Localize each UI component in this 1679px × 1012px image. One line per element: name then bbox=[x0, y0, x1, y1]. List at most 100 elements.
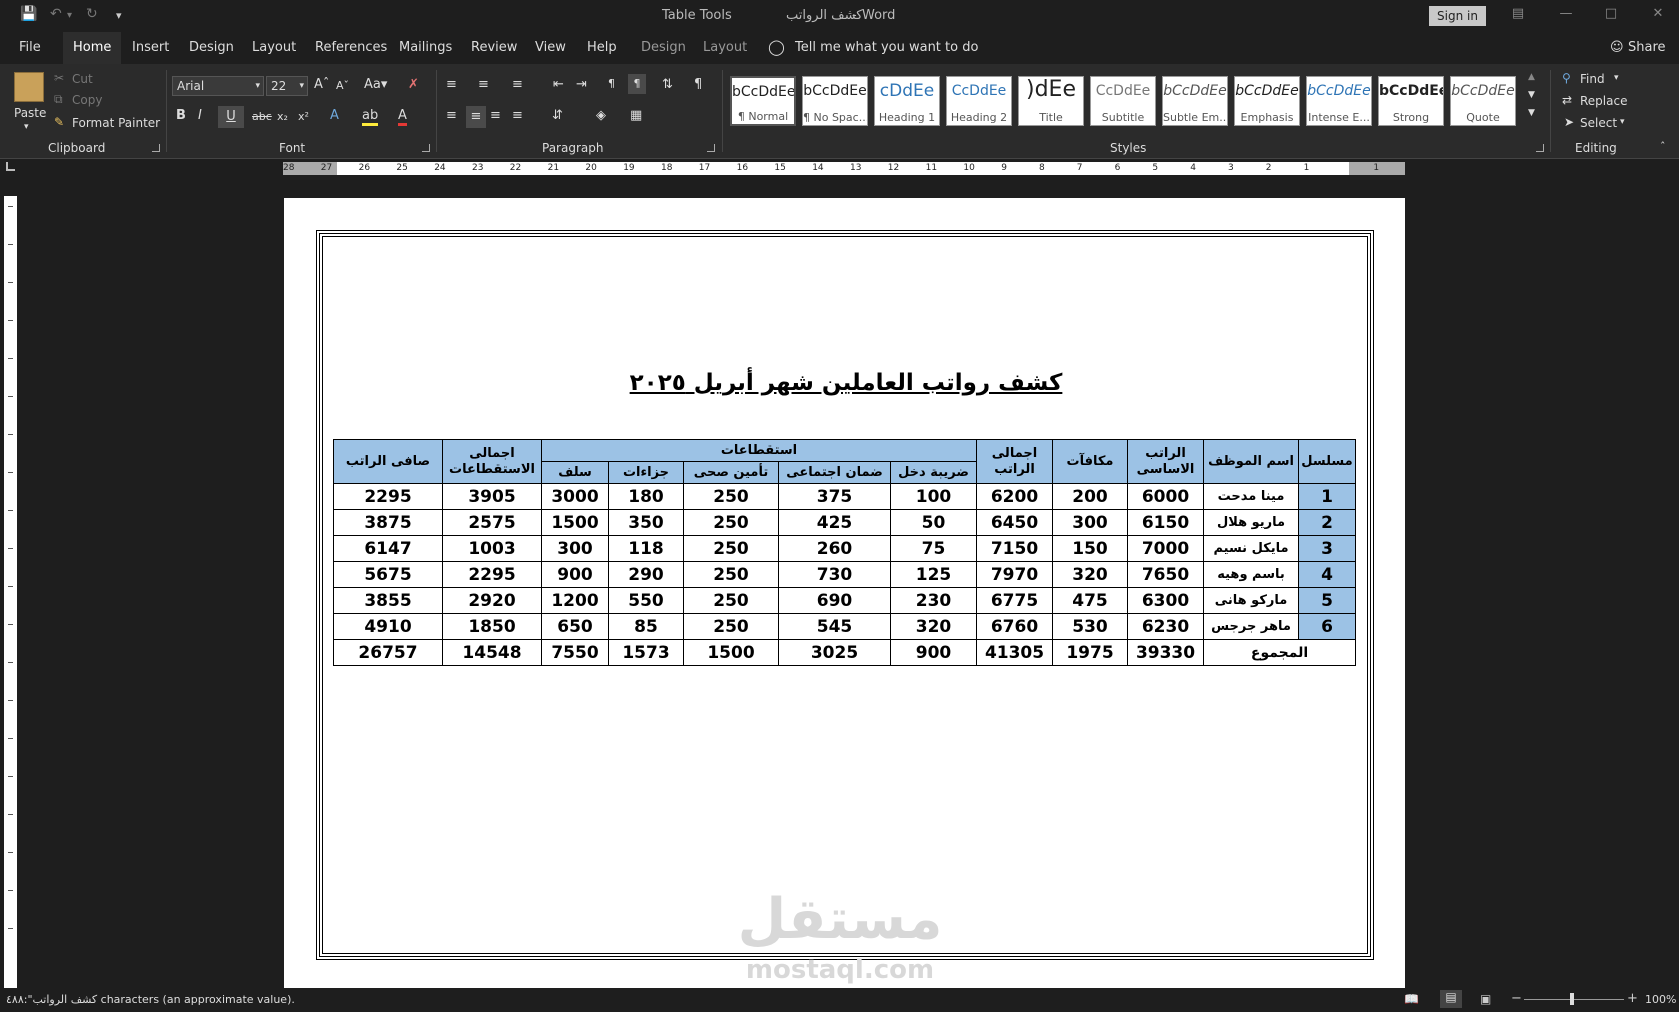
table-cell[interactable]: 900 bbox=[540, 561, 610, 588]
table-cell[interactable]: 260 bbox=[778, 535, 892, 562]
header-penalties[interactable]: جزاءات bbox=[608, 461, 685, 484]
style-quote[interactable]: bCcDdEe Quote bbox=[1450, 76, 1516, 126]
table-cell[interactable]: 320 bbox=[890, 613, 978, 640]
table-cell[interactable]: 3 bbox=[1298, 535, 1357, 562]
select-dropdown-icon[interactable]: ▾ bbox=[1620, 117, 1625, 127]
font-color-icon[interactable]: A bbox=[398, 108, 407, 126]
table-cell[interactable]: ماريو هلال bbox=[1203, 509, 1300, 536]
table-cell[interactable]: 4910 bbox=[333, 613, 443, 640]
undo-dropdown-icon[interactable]: ▾ bbox=[67, 10, 72, 21]
table-cell[interactable]: 1975 bbox=[1052, 639, 1129, 666]
find-button[interactable]: Find bbox=[1580, 72, 1605, 86]
table-cell[interactable]: 350 bbox=[608, 509, 685, 536]
header-serial[interactable]: مسلسل bbox=[1298, 439, 1357, 484]
styles-launcher-icon[interactable] bbox=[1536, 144, 1544, 152]
style-subtitle[interactable]: CcDdEe Subtitle bbox=[1090, 76, 1156, 126]
table-cell[interactable]: 3855 bbox=[333, 587, 443, 614]
header-basic-salary[interactable]: الراتب الاساسى bbox=[1127, 439, 1205, 484]
tab-design[interactable]: Design bbox=[189, 40, 234, 55]
style-emphasis[interactable]: bCcDdEe Emphasis bbox=[1234, 76, 1300, 126]
align-right-icon[interactable]: ≡ bbox=[490, 108, 501, 123]
header-total-deductions[interactable]: اجمالى الاستقطاعات bbox=[442, 439, 542, 484]
table-cell[interactable]: باسم وهيه bbox=[1203, 561, 1300, 588]
table-cell[interactable]: 6775 bbox=[976, 587, 1054, 614]
table-cell[interactable]: 6300 bbox=[1127, 587, 1205, 614]
table-cell[interactable]: 6147 bbox=[333, 535, 443, 562]
document-title[interactable]: كشف رواتب العاملين شهر أبريل ٢٠٢٥ bbox=[616, 370, 1076, 396]
font-launcher-icon[interactable] bbox=[422, 144, 430, 152]
table-cell[interactable]: 6760 bbox=[976, 613, 1054, 640]
change-case-icon[interactable]: Aa▾ bbox=[364, 77, 387, 92]
table-cell[interactable]: 690 bbox=[778, 587, 892, 614]
header-employee-name[interactable]: اسم الموظف bbox=[1203, 439, 1300, 484]
tab-help[interactable]: Help bbox=[587, 40, 617, 55]
save-icon[interactable]: 💾 bbox=[20, 6, 37, 22]
tab-layout[interactable]: Layout bbox=[252, 40, 296, 55]
table-cell[interactable]: 300 bbox=[540, 535, 610, 562]
tab-review[interactable]: Review bbox=[471, 40, 517, 55]
tab-mailings[interactable]: Mailings bbox=[399, 40, 452, 55]
customize-qat-icon[interactable]: ▾ bbox=[116, 9, 122, 22]
numbering-icon[interactable]: ≡ bbox=[478, 77, 489, 92]
highlight-icon[interactable]: ab bbox=[362, 108, 379, 126]
table-cell[interactable]: 425 bbox=[778, 509, 892, 536]
table-cell[interactable]: 6230 bbox=[1127, 613, 1205, 640]
table-cell[interactable]: 2920 bbox=[442, 587, 542, 614]
font-size-combo[interactable]: 22 ▾ bbox=[266, 76, 308, 96]
table-cell[interactable]: 7150 bbox=[976, 535, 1054, 562]
table-cell[interactable]: 180 bbox=[608, 483, 685, 510]
sign-in-button[interactable]: Sign in bbox=[1429, 6, 1486, 26]
table-cell[interactable]: ماركو هانى bbox=[1203, 587, 1300, 614]
undo-icon[interactable]: ↶ bbox=[50, 6, 62, 22]
horizontal-ruler[interactable]: 28 27 26 25 24 23 22 21 20 19 18 17 16 15 14 13 12 11 10 9 8… bbox=[0, 159, 1679, 177]
table-cell[interactable]: 530 bbox=[1052, 613, 1129, 640]
table-cell[interactable]: 6450 bbox=[976, 509, 1054, 536]
paste-button[interactable]: Paste bbox=[14, 106, 46, 120]
table-cell[interactable]: 118 bbox=[608, 535, 685, 562]
table-cell[interactable]: 3025 bbox=[778, 639, 892, 666]
print-layout-icon[interactable]: ▤ bbox=[1440, 990, 1462, 1008]
tab-references[interactable]: References bbox=[315, 40, 387, 55]
table-cell[interactable]: 7650 bbox=[1127, 561, 1205, 588]
table-cell[interactable]: 4 bbox=[1298, 561, 1357, 588]
bullets-icon[interactable]: ≡ bbox=[446, 77, 457, 92]
table-cell[interactable]: 7970 bbox=[976, 561, 1054, 588]
cut-button[interactable]: Cut bbox=[72, 72, 93, 86]
header-bonuses[interactable]: مكافآت bbox=[1052, 439, 1129, 484]
table-cell[interactable]: 730 bbox=[778, 561, 892, 588]
table-cell[interactable]: 6150 bbox=[1127, 509, 1205, 536]
table-cell[interactable]: 300 bbox=[1052, 509, 1129, 536]
table-cell[interactable]: 250 bbox=[683, 561, 780, 588]
paste-icon[interactable] bbox=[14, 72, 44, 102]
style-no-spacing[interactable]: bCcDdEe ¶ No Spac... bbox=[802, 76, 868, 126]
style-strong[interactable]: bCcDdEe Strong bbox=[1378, 76, 1444, 126]
tab-file[interactable]: File bbox=[19, 40, 41, 55]
header-deductions[interactable]: استقطاعات bbox=[540, 439, 978, 462]
table-cell[interactable]: 50 bbox=[890, 509, 978, 536]
zoom-level[interactable]: 100% bbox=[1645, 993, 1676, 1006]
show-marks-icon[interactable]: ¶ bbox=[694, 77, 702, 92]
ribbon-display-options-icon[interactable]: ▤ bbox=[1508, 6, 1528, 24]
style-heading-1[interactable]: cDdEe Heading 1 bbox=[874, 76, 940, 126]
styles-scroll-up-icon[interactable]: ▲ bbox=[1528, 72, 1535, 82]
underline-icon[interactable]: U bbox=[218, 106, 244, 128]
table-cell[interactable]: 5675 bbox=[333, 561, 443, 588]
table-cell[interactable]: 85 bbox=[608, 613, 685, 640]
zoom-slider[interactable] bbox=[1524, 999, 1624, 1000]
paragraph-launcher-icon[interactable] bbox=[707, 144, 715, 152]
align-center-icon[interactable]: ≡ bbox=[466, 106, 486, 128]
table-cell[interactable]: 7000 bbox=[1127, 535, 1205, 562]
table-cell[interactable]: 41305 bbox=[976, 639, 1054, 666]
redo-icon[interactable]: ↻ bbox=[86, 6, 98, 22]
shrink-font-icon[interactable]: Aˇ bbox=[336, 79, 349, 92]
table-cell[interactable]: 1500 bbox=[683, 639, 780, 666]
read-mode-icon[interactable]: 📖 bbox=[1404, 992, 1419, 1006]
collapse-ribbon-icon[interactable]: ˆ bbox=[1660, 140, 1666, 153]
line-spacing-icon[interactable]: ⇵ bbox=[552, 108, 563, 123]
sort-icon[interactable]: ⇅ bbox=[662, 77, 673, 92]
table-cell[interactable]: 250 bbox=[683, 613, 780, 640]
table-cell[interactable]: 2295 bbox=[442, 561, 542, 588]
table-cell[interactable]: 6 bbox=[1298, 613, 1357, 640]
table-cell[interactable]: 2575 bbox=[442, 509, 542, 536]
italic-icon[interactable]: I bbox=[198, 108, 202, 123]
